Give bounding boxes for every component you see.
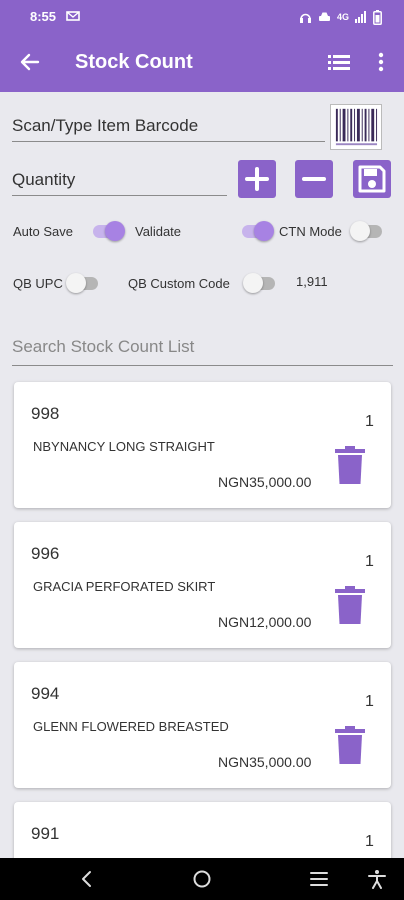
item-price: NGN35,000.00 (218, 754, 312, 770)
list-item[interactable]: 998 NBYNANCY LONG STRAIGHT NGN35,000.00 … (14, 382, 391, 508)
status-bar: 8:55 4G (0, 0, 404, 34)
barcode-input[interactable]: Scan/Type Item Barcode (12, 110, 325, 142)
ctn-mode-label: CTN Mode (279, 224, 342, 239)
accessibility-icon[interactable] (366, 869, 388, 889)
item-quantity: 1 (365, 553, 374, 570)
item-name: GLENN FLOWERED BREASTED (33, 719, 229, 734)
item-name: GRACIA PERFORATED SKIRT (33, 579, 216, 594)
status-time: 8:55 (30, 9, 57, 24)
battery-icon (373, 9, 382, 25)
qb-upc-switch[interactable] (66, 273, 100, 293)
qb-upc-label: QB UPC (13, 276, 63, 291)
item-quantity: 1 (365, 833, 374, 850)
item-code: 998 (31, 404, 60, 423)
auto-save-label: Auto Save (13, 224, 73, 239)
page-title: Stock Count (75, 51, 193, 73)
back-arrow-icon[interactable] (18, 50, 42, 74)
item-code: 991 (31, 824, 60, 843)
plus-icon (245, 167, 269, 191)
save-icon (358, 165, 386, 193)
nav-menu-icon[interactable] (308, 869, 330, 889)
notification-icon (66, 11, 80, 21)
item-price: NGN12,000.00 (218, 614, 312, 630)
more-vert-icon[interactable] (371, 51, 391, 73)
item-code: 996 (31, 544, 60, 563)
barcode-scan-button[interactable] (330, 104, 382, 150)
app-bar: Stock Count (0, 34, 404, 92)
car-icon (318, 12, 330, 21)
list-item[interactable]: 994 GLENN FLOWERED BREASTED NGN35,000.00… (14, 662, 391, 788)
minus-icon (302, 177, 326, 181)
subtract-button[interactable] (295, 160, 333, 198)
headset-icon (299, 13, 311, 23)
delete-icon[interactable] (334, 586, 366, 626)
add-button[interactable] (238, 160, 276, 198)
ctn-mode-switch[interactable] (350, 221, 384, 241)
list-item[interactable]: 996 GRACIA PERFORATED SKIRT NGN12,000.00… (14, 522, 391, 648)
delete-icon[interactable] (334, 726, 366, 766)
item-quantity: 1 (365, 693, 374, 710)
item-quantity: 1 (365, 413, 374, 430)
qb-custom-code-switch[interactable] (243, 273, 277, 293)
auto-save-switch[interactable] (91, 221, 125, 241)
list-icon[interactable] (327, 52, 351, 72)
system-nav-bar (0, 858, 404, 900)
total-count: 1,911 (296, 274, 328, 289)
quantity-input[interactable]: Quantity (12, 164, 227, 196)
item-price: NGN35,000.00 (218, 474, 312, 490)
status-icons: 4G (299, 9, 382, 25)
search-input[interactable]: Search Stock Count List (12, 334, 393, 366)
save-button[interactable] (353, 160, 391, 198)
nav-back-icon[interactable] (76, 869, 98, 889)
network-type: 4G (336, 12, 349, 22)
qb-custom-code-label: QB Custom Code (128, 276, 230, 291)
signal-icon (355, 11, 366, 23)
validate-switch[interactable] (240, 221, 274, 241)
delete-icon[interactable] (334, 446, 366, 486)
item-name: NBYNANCY LONG STRAIGHT (33, 439, 215, 454)
nav-home-icon[interactable] (191, 869, 213, 889)
validate-label: Validate (135, 224, 182, 239)
item-code: 994 (31, 684, 60, 703)
